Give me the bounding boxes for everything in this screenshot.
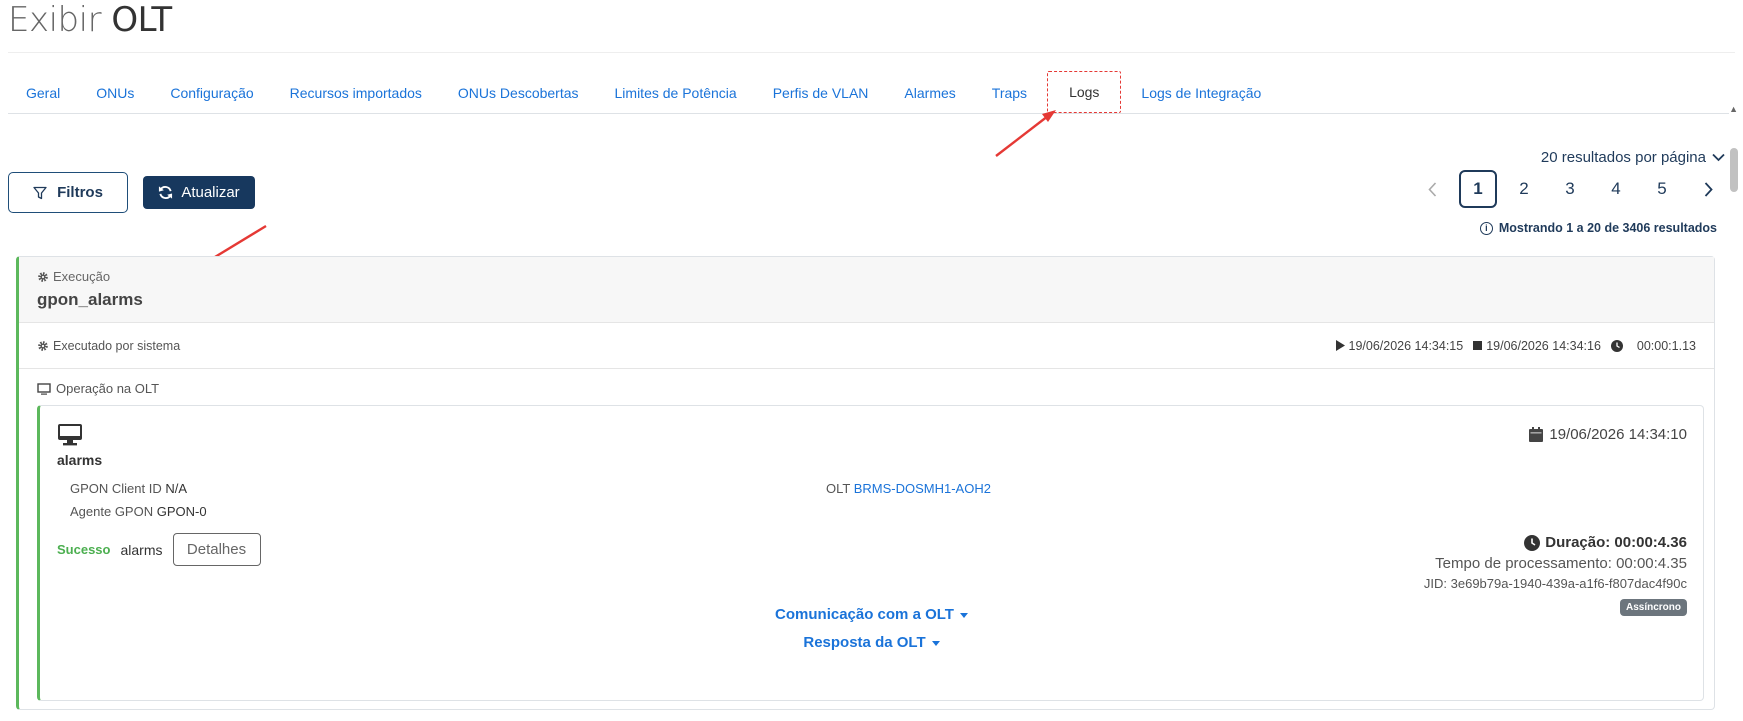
pagination-page-1[interactable]: 1 (1459, 170, 1497, 208)
olt-field: OLT BRMS-DOSMH1-AOH2 (826, 481, 991, 496)
execution-label: Execução (37, 269, 1696, 284)
tab-limites-potencia[interactable]: Limites de Potência (597, 69, 755, 113)
per-page-select[interactable]: 20 resultados por página (1541, 149, 1725, 166)
execution-name: gpon_alarms (37, 290, 143, 309)
details-button[interactable]: Detalhes (172, 533, 261, 566)
operation-card: alarms 19/06/2026 14:34:10 GPON Client I… (37, 405, 1704, 701)
olt-communication-toggle[interactable]: Comunicação com a OLT (40, 606, 1703, 623)
page-title: Exibir OLT (8, 0, 172, 40)
tab-perfis-vlan[interactable]: Perfis de VLAN (755, 69, 887, 113)
scroll-up-arrow-icon[interactable]: ▲ (1729, 104, 1738, 114)
jid: JID: 3e69b79a-1940-439a-a1f6-f807dac4f90… (1423, 576, 1687, 591)
gpon-client-id: GPON Client ID N/A (70, 481, 188, 496)
olt-link[interactable]: BRMS-DOSMH1-AOH2 (854, 481, 991, 496)
refresh-label: Atualizar (181, 184, 240, 201)
gpon-agent: Agente GPON GPON-0 (70, 504, 207, 519)
pagination-page-3[interactable]: 3 (1551, 170, 1589, 208)
calendar-icon (1529, 427, 1544, 442)
tab-traps[interactable]: Traps (974, 69, 1045, 113)
status-row: Sucesso alarms Detalhes (57, 533, 261, 566)
tab-configuracao[interactable]: Configuração (152, 69, 271, 113)
tab-geral[interactable]: Geral (8, 69, 78, 113)
caret-down-icon (959, 612, 968, 618)
olt-response-toggle[interactable]: Resposta da OLT (40, 634, 1703, 651)
caret-down-icon (931, 640, 940, 646)
status-badge: Sucesso (57, 542, 111, 557)
tab-recursos-importados[interactable]: Recursos importados (272, 69, 440, 113)
status-name: alarms (120, 541, 163, 558)
tab-alarmes[interactable]: Alarmes (886, 69, 973, 113)
chevron-right-icon (1704, 181, 1713, 197)
pagination-prev-button[interactable] (1413, 170, 1451, 208)
execution-elapsed: 00:00:1.13 (1636, 338, 1696, 353)
executed-by: Executado por sistema (53, 338, 181, 353)
operation-date: 19/06/2026 14:34:10 (1529, 426, 1687, 443)
gear-icon (38, 271, 48, 282)
operation-name: alarms (57, 452, 103, 468)
title-divider (8, 52, 1735, 53)
execution-end: 19/06/2026 14:34:16 (1486, 338, 1601, 353)
tab-logs[interactable]: Logs (1047, 71, 1122, 113)
play-icon (1335, 340, 1345, 351)
pagination-page-2[interactable]: 2 (1505, 170, 1543, 208)
info-icon: i (1479, 221, 1493, 235)
tab-logs-integracao[interactable]: Logs de Integração (1123, 69, 1279, 113)
tab-bar: Geral ONUs Configuração Recursos importa… (8, 70, 1729, 114)
chevron-left-icon (1427, 181, 1436, 197)
desktop-icon (58, 424, 82, 446)
tab-onus-descobertas[interactable]: ONUs Descobertas (440, 69, 597, 113)
pagination: 1 2 3 4 5 (1405, 170, 1727, 208)
tab-onus[interactable]: ONUs (78, 69, 152, 113)
filter-icon (33, 186, 47, 199)
execution-card: Execução gpon_alarms Executado por siste… (16, 256, 1715, 710)
filters-label: Filtros (57, 184, 103, 201)
refresh-button[interactable]: Atualizar (143, 176, 255, 209)
execution-start: 19/06/2026 14:34:15 (1348, 338, 1464, 353)
results-info: i Mostrando 1 a 20 de 3406 resultados (1479, 221, 1717, 235)
stop-icon (1473, 341, 1483, 350)
gear-icon (38, 340, 48, 351)
duration: Duração: 00:00:4.36 (1424, 534, 1687, 551)
scrollbar-thumb[interactable] (1730, 148, 1738, 192)
clock-icon (1610, 339, 1623, 352)
execution-header: Execução gpon_alarms (19, 257, 1714, 323)
duration-block: Duração: 00:00:4.36 Tempo de processamen… (1424, 534, 1687, 616)
desktop-icon (37, 382, 51, 395)
per-page-label: 20 resultados por página (1540, 149, 1706, 166)
chevron-down-icon (1712, 153, 1725, 162)
operation-section-label: Operação na OLT (19, 369, 1714, 396)
filters-button[interactable]: Filtros (8, 172, 128, 213)
pagination-page-5[interactable]: 5 (1643, 170, 1681, 208)
clock-icon (1524, 534, 1541, 551)
pagination-page-4[interactable]: 4 (1597, 170, 1635, 208)
refresh-icon (159, 186, 173, 199)
results-info-text: Mostrando 1 a 20 de 3406 resultados (1498, 221, 1717, 235)
processing-time: Tempo de processamento: 00:00:4.35 (1435, 555, 1687, 572)
pagination-next-button[interactable] (1689, 170, 1727, 208)
execution-meta: Executado por sistema 19/06/2026 14:34:1… (19, 323, 1714, 369)
